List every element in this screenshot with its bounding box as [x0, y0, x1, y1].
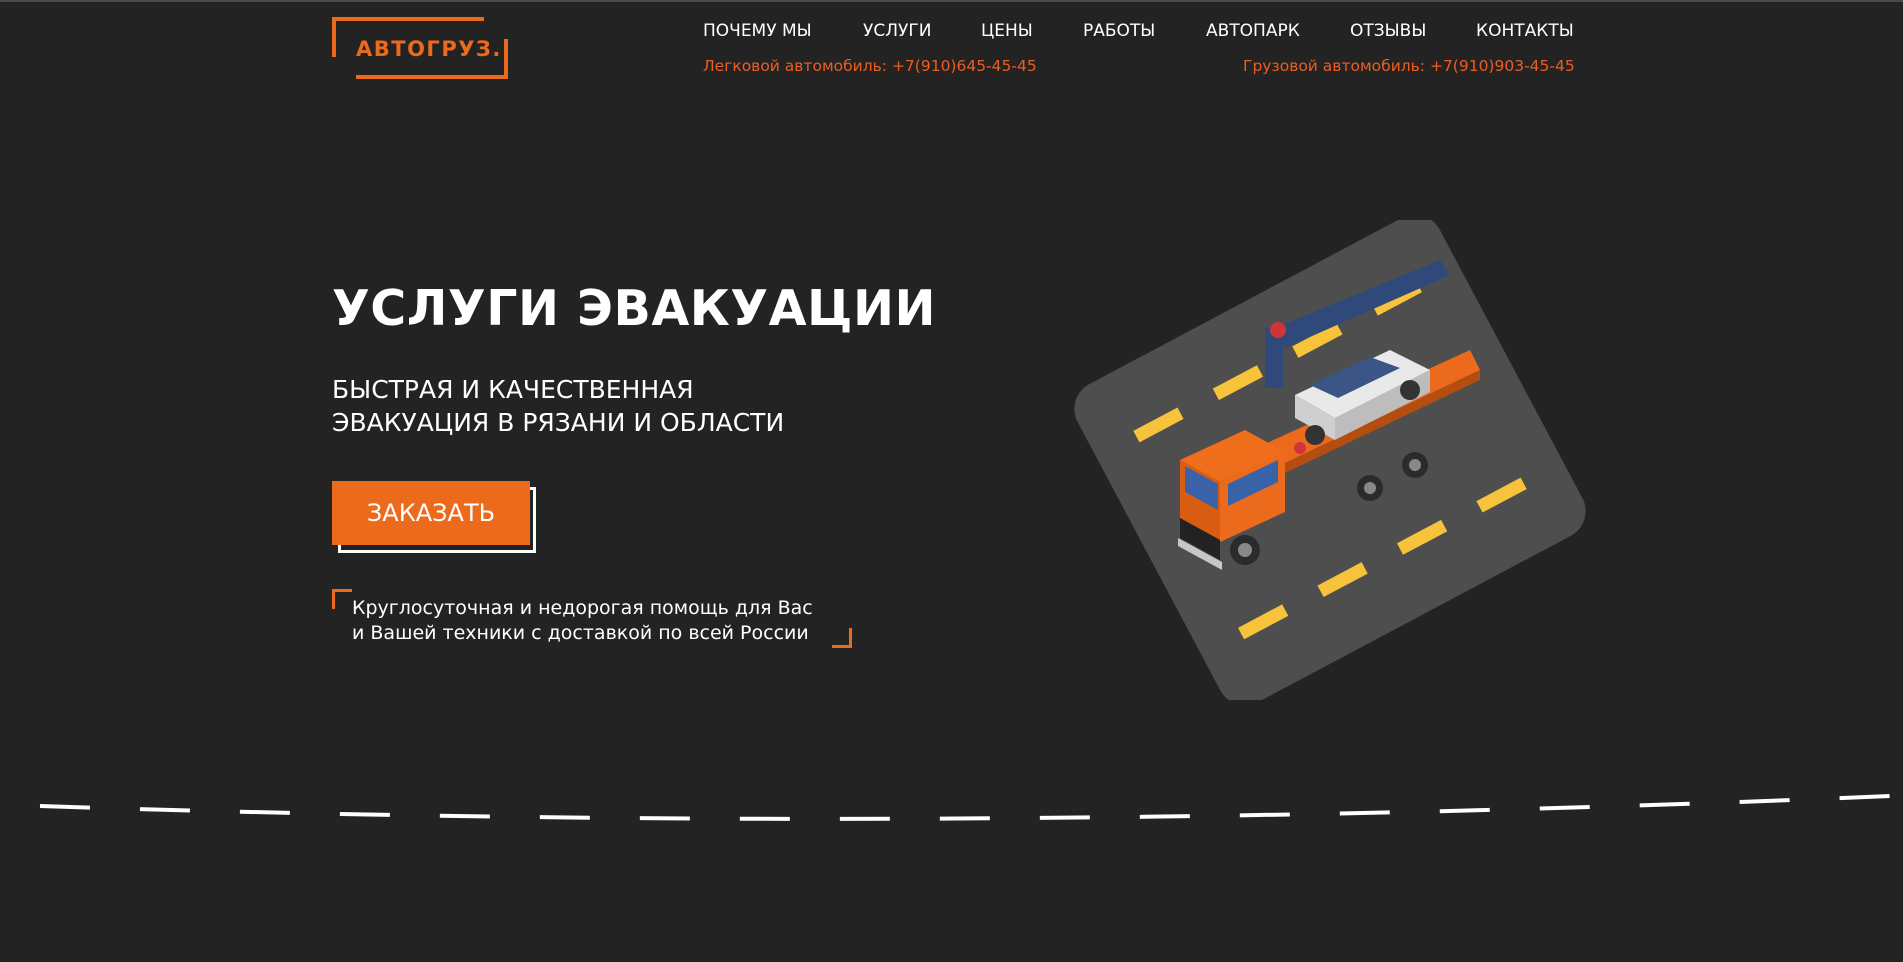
- nav-item-contacts[interactable]: КОНТАКТЫ: [1476, 21, 1574, 41]
- tow-truck-illustration: [1074, 220, 1586, 700]
- hero-note-line2: и Вашей техники с доставкой по всей Росс…: [352, 622, 809, 644]
- hero-subtitle: БЫСТРАЯ И КАЧЕСТВЕННАЯ ЭВАКУАЦИЯ В РЯЗАН…: [332, 373, 784, 439]
- hero-title: УСЛУГИ ЭВАКУАЦИИ: [332, 280, 936, 337]
- nav-item-fleet[interactable]: АВТОПАРК: [1206, 21, 1300, 41]
- phone-car[interactable]: Легковой автомобиль: +7(910)645-45-45: [703, 57, 1037, 75]
- note-corner-top-left: [332, 589, 352, 609]
- nav-item-reviews[interactable]: ОТЗЫВЫ: [1350, 21, 1426, 41]
- hero-note-line1: Круглосуточная и недорогая помощь для Ва…: [352, 597, 813, 619]
- order-button[interactable]: ЗАКАЗАТЬ: [332, 481, 530, 545]
- note-corner-bottom-right: [832, 628, 852, 648]
- hero-note: Круглосуточная и недорогая помощь для Ва…: [352, 596, 813, 646]
- nav-item-why-us[interactable]: ПОЧЕМУ МЫ: [703, 21, 812, 41]
- phone-truck[interactable]: Грузовой автомобиль: +7(910)903-45-45: [1243, 57, 1575, 75]
- main-nav: ПОЧЕМУ МЫ УСЛУГИ ЦЕНЫ РАБОТЫ АВТОПАРК ОТ…: [0, 21, 1903, 43]
- hero-subtitle-line2: ЭВАКУАЦИЯ В РЯЗАНИ И ОБЛАСТИ: [332, 408, 785, 437]
- page: АВТОГРУЗ. ПОЧЕМУ МЫ УСЛУГИ ЦЕНЫ РАБОТЫ А…: [0, 0, 1903, 962]
- top-divider: [0, 0, 1903, 2]
- hero-subtitle-line1: БЫСТРАЯ И КАЧЕСТВЕННАЯ: [332, 375, 694, 404]
- road-dash-line: [39, 794, 1891, 821]
- nav-item-works[interactable]: РАБОТЫ: [1083, 21, 1155, 41]
- nav-item-prices[interactable]: ЦЕНЫ: [981, 21, 1033, 41]
- nav-item-services[interactable]: УСЛУГИ: [863, 21, 931, 41]
